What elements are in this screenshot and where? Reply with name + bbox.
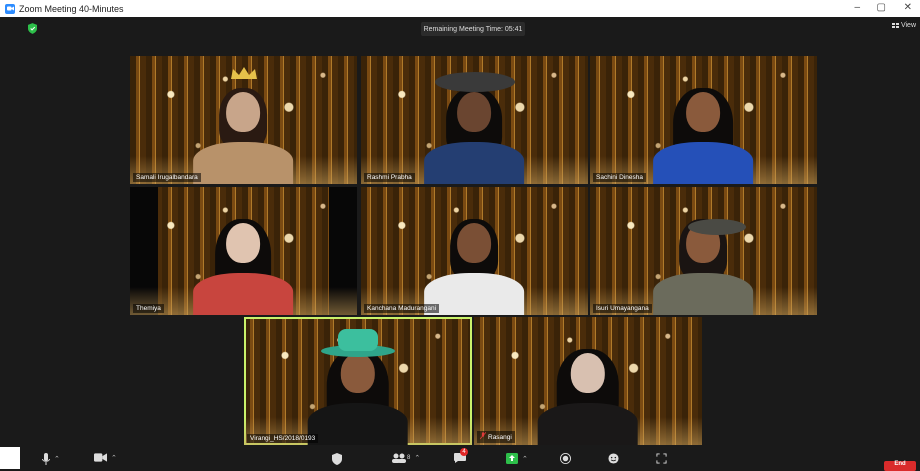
participant-name: Themiya <box>136 305 161 312</box>
participant-name-tag: Rashmi Prabha <box>364 173 415 182</box>
crown-icon <box>230 66 257 79</box>
security-icon <box>332 453 342 465</box>
video-tile-virangi[interactable]: Virangi_HS/2018/0193 <box>244 317 472 445</box>
window-title: Zoom Meeting 40-Minutes <box>19 3 124 14</box>
beret-hat-icon <box>688 217 747 235</box>
participant-name: Virangi_HS/2018/0193 <box>250 435 316 442</box>
participant-video <box>424 84 525 184</box>
chevron-up-icon[interactable]: ⌃ <box>414 454 420 462</box>
participant-video <box>307 345 409 445</box>
participant-name-tag: Virangi_HS/2018/0193 <box>247 434 319 443</box>
minimize-button[interactable]: – <box>854 2 860 13</box>
participant-name-tag: Rasangi <box>477 431 515 443</box>
window-title-bar: Zoom Meeting 40-Minutes – ▢ ✕ <box>0 0 920 17</box>
participant-name-tag: Kanchana Madurangani <box>364 304 440 313</box>
close-button[interactable]: ✕ <box>904 2 912 13</box>
smiley-icon <box>608 453 619 464</box>
video-tile-kanchana[interactable]: Kanchana Madurangani <box>361 187 588 315</box>
grid-view-icon <box>891 23 899 28</box>
video-tile-sachini[interactable]: Sachini Dinesha <box>590 56 817 184</box>
participant-name: Rashmi Prabha <box>367 174 412 181</box>
chat-unread-badge: 4 <box>460 448 468 456</box>
video-tile-themiya[interactable]: Themiya <box>130 187 357 315</box>
video-camera-icon <box>94 453 107 462</box>
remaining-time-indicator: Remaining Meeting Time: 05:41 <box>421 22 525 36</box>
security-button[interactable] <box>332 453 342 465</box>
microphone-button[interactable]: ⌃ <box>42 453 60 465</box>
participant-video <box>537 345 639 445</box>
chevron-up-icon[interactable]: ⌃ <box>54 455 60 463</box>
microphone-icon <box>42 453 50 465</box>
chevron-up-icon[interactable]: ⌃ <box>522 455 528 463</box>
participant-name: Sachini Dinesha <box>596 174 643 181</box>
record-icon <box>560 453 571 464</box>
share-screen-button[interactable]: ⌃ <box>506 453 528 464</box>
view-label: View <box>900 22 916 29</box>
zoom-app-icon <box>5 3 15 14</box>
participant-video <box>193 84 294 184</box>
participant-name: Isuri Umayangana <box>596 305 649 312</box>
participants-count: 8 <box>407 455 411 461</box>
video-tile-rashmi[interactable]: Rashmi Prabha <box>361 56 588 184</box>
participant-name: Rasangi <box>488 433 512 441</box>
participant-name-tag: Isuri Umayangana <box>593 304 652 313</box>
share-screen-icon <box>506 453 518 464</box>
video-tile-rasangi[interactable]: Rasangi <box>474 317 702 445</box>
video-tile-samali[interactable]: Samali Irugalbandara <box>130 56 357 184</box>
view-button[interactable]: View <box>891 22 916 29</box>
participant-video <box>193 215 294 315</box>
chevron-up-icon[interactable]: ⌃ <box>111 454 117 462</box>
teal-hat-icon <box>321 327 395 357</box>
mic-muted-icon <box>479 432 487 442</box>
participants-icon <box>392 453 406 463</box>
record-button[interactable] <box>560 453 571 464</box>
participant-name: Kanchana Madurangani <box>367 305 437 312</box>
participants-button[interactable]: 8 ⌃ <box>392 453 420 463</box>
end-meeting-button[interactable]: End <box>884 461 916 471</box>
participant-name-tag: Sachini Dinesha <box>593 173 646 182</box>
participant-video <box>653 84 754 184</box>
participant-name-tag: Themiya <box>133 304 164 313</box>
video-button[interactable]: ⌃ <box>94 453 117 462</box>
video-tile-isuri[interactable]: Isuri Umayangana <box>590 187 817 315</box>
apps-icon <box>656 453 667 464</box>
reactions-button[interactable] <box>608 453 619 464</box>
meeting-toolbar: ⌃ ⌃ 8 ⌃ 4 ⌃ End <box>20 447 920 471</box>
apps-button[interactable] <box>656 453 667 464</box>
maximize-button[interactable]: ▢ <box>877 2 886 13</box>
beret-hat-icon <box>434 70 515 92</box>
participant-name: Samali Irugalbandara <box>136 174 198 181</box>
security-shield-icon[interactable] <box>28 23 37 34</box>
participant-video <box>424 215 525 315</box>
chat-button[interactable]: 4 <box>454 448 468 463</box>
participant-name-tag: Samali Irugalbandara <box>133 173 201 182</box>
